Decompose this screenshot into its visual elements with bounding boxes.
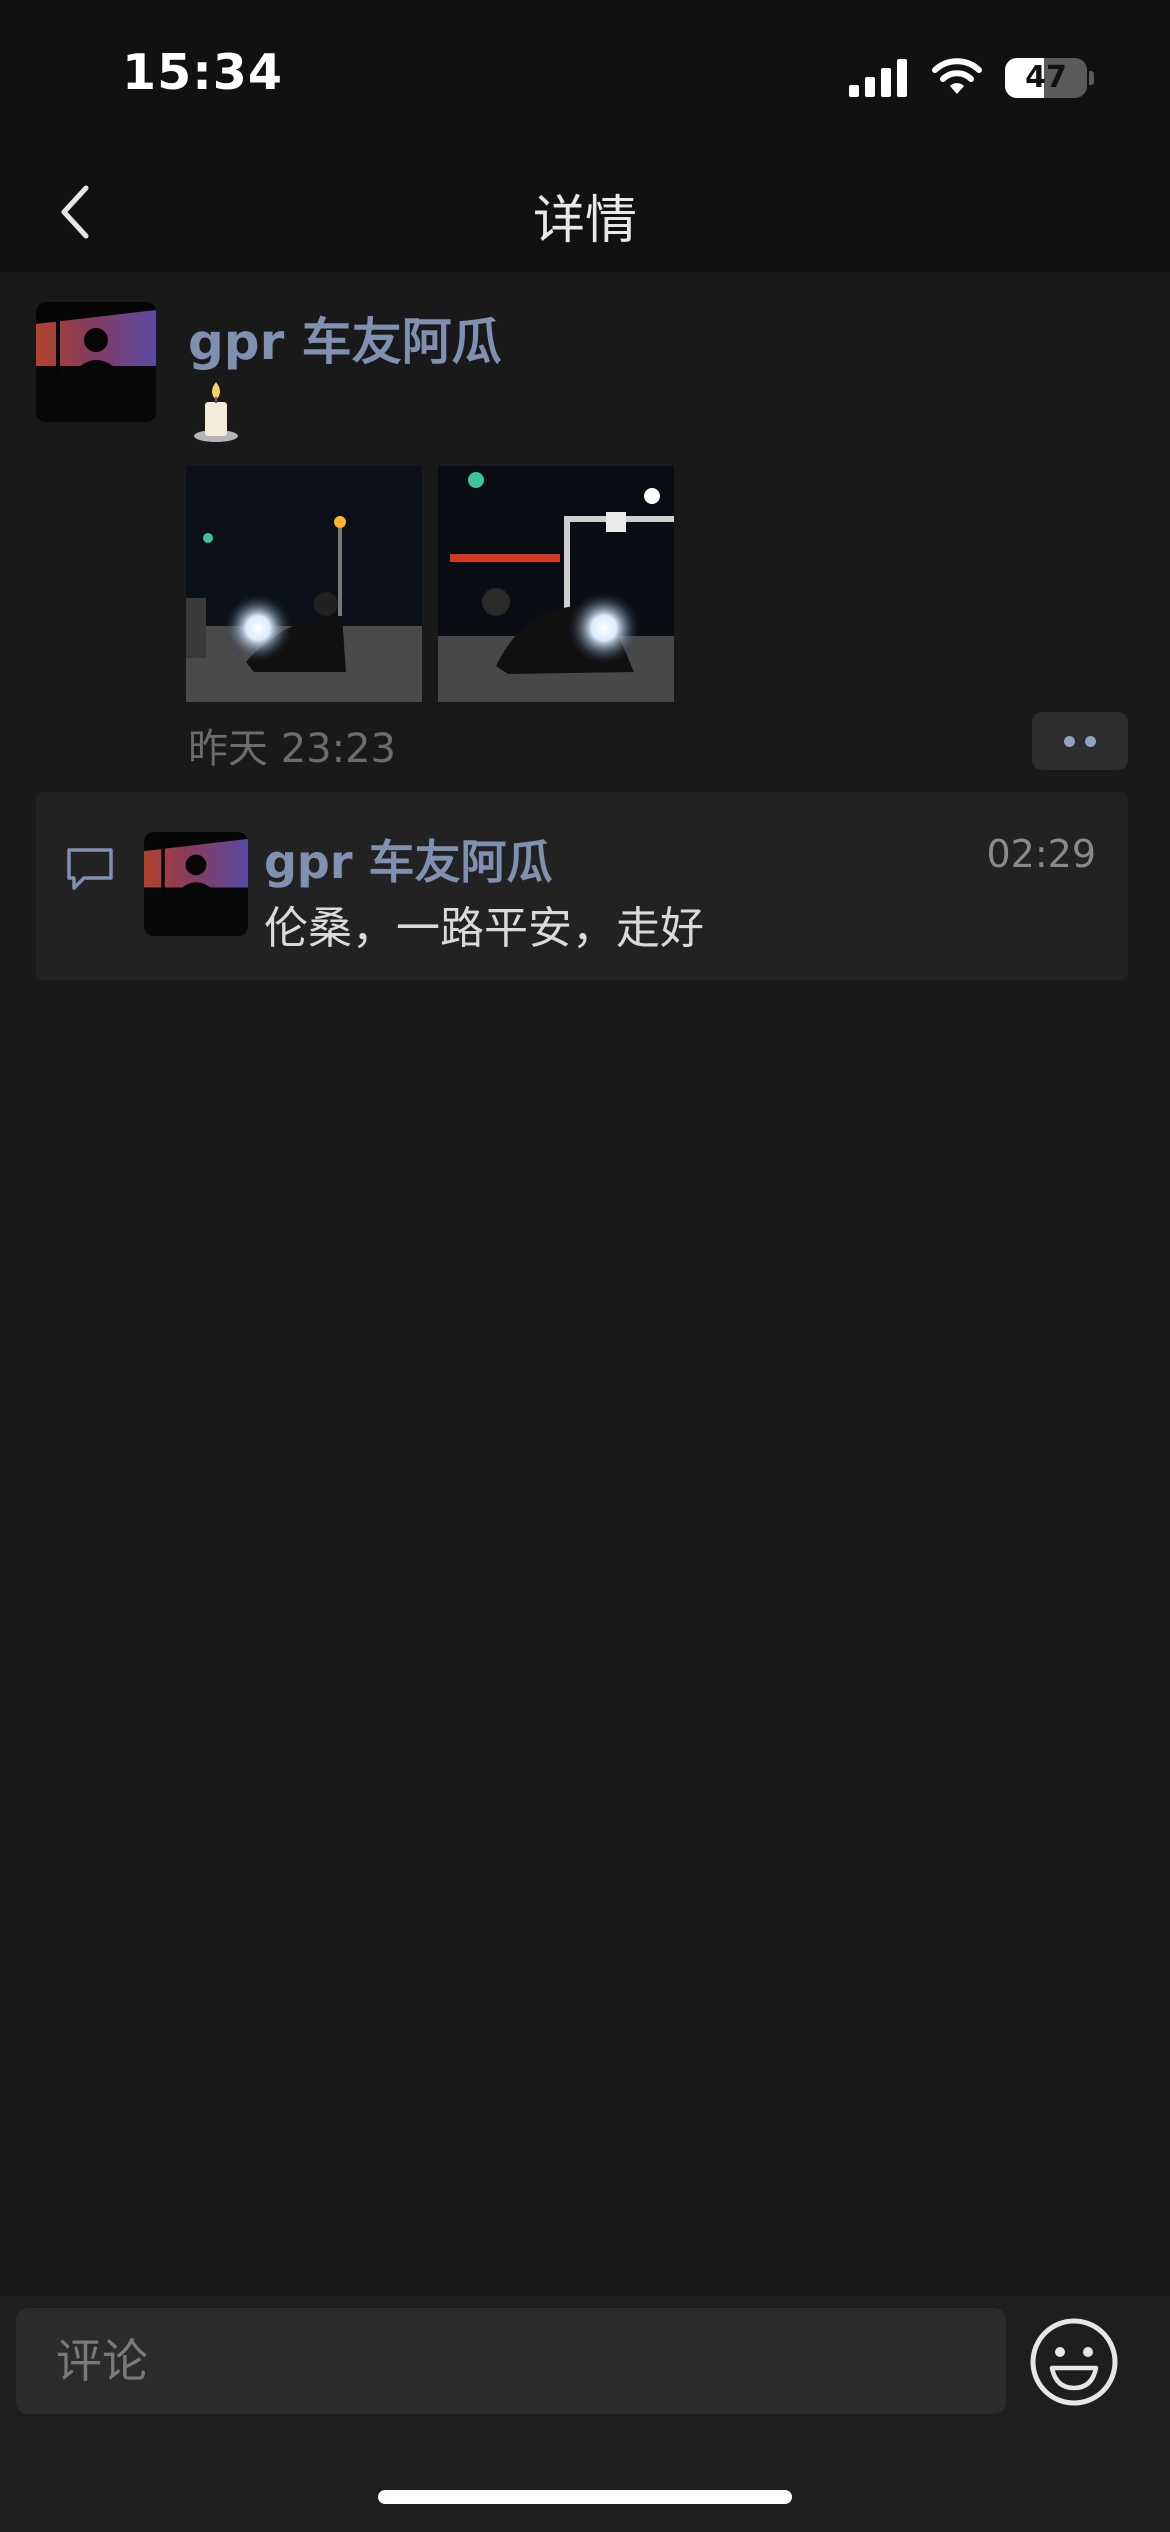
comments-panel: gpr 车友阿瓜 02:29 伦桑，一路平安，走好 bbox=[36, 792, 1128, 980]
comment-icon bbox=[67, 848, 113, 890]
status-icons: 47 bbox=[849, 56, 1094, 100]
comment-timestamp: 02:29 bbox=[986, 832, 1096, 876]
post-timestamp: 昨天 23:23 bbox=[188, 726, 396, 772]
more-dots-icon bbox=[1085, 735, 1096, 747]
comment-text[interactable]: 伦桑，一路平安，走好 bbox=[264, 892, 704, 956]
avatar-image bbox=[36, 302, 156, 422]
page-title: 详情 bbox=[532, 191, 637, 251]
smiley-icon[interactable] bbox=[1028, 2316, 1120, 2408]
status-bar: 15:34 47 bbox=[0, 0, 1170, 150]
battery-icon: 47 bbox=[1005, 58, 1087, 98]
comment-input[interactable] bbox=[16, 2308, 1006, 2414]
home-indicator[interactable] bbox=[378, 2490, 792, 2504]
motorcycle-photo bbox=[438, 466, 674, 702]
motorcycle-photo bbox=[186, 466, 422, 702]
battery-level: 47 bbox=[1025, 60, 1067, 95]
post-author[interactable]: gpr 车友阿瓜 bbox=[188, 302, 502, 374]
wifi-icon bbox=[932, 58, 982, 94]
more-button[interactable] bbox=[1032, 712, 1128, 770]
post-image[interactable] bbox=[186, 466, 422, 702]
avatar-image bbox=[144, 832, 248, 936]
avatar[interactable] bbox=[36, 302, 156, 422]
more-dots-icon bbox=[1064, 735, 1075, 747]
avatar[interactable] bbox=[144, 832, 248, 936]
battery-tip bbox=[1089, 71, 1094, 85]
nav-bar: 详情 bbox=[0, 150, 1170, 272]
comment-author[interactable]: gpr 车友阿瓜 bbox=[264, 826, 553, 892]
post-image[interactable] bbox=[438, 466, 674, 702]
status-time: 15:34 bbox=[122, 44, 283, 101]
candle-icon bbox=[194, 382, 238, 442]
cellular-signal-icon bbox=[849, 59, 907, 97]
